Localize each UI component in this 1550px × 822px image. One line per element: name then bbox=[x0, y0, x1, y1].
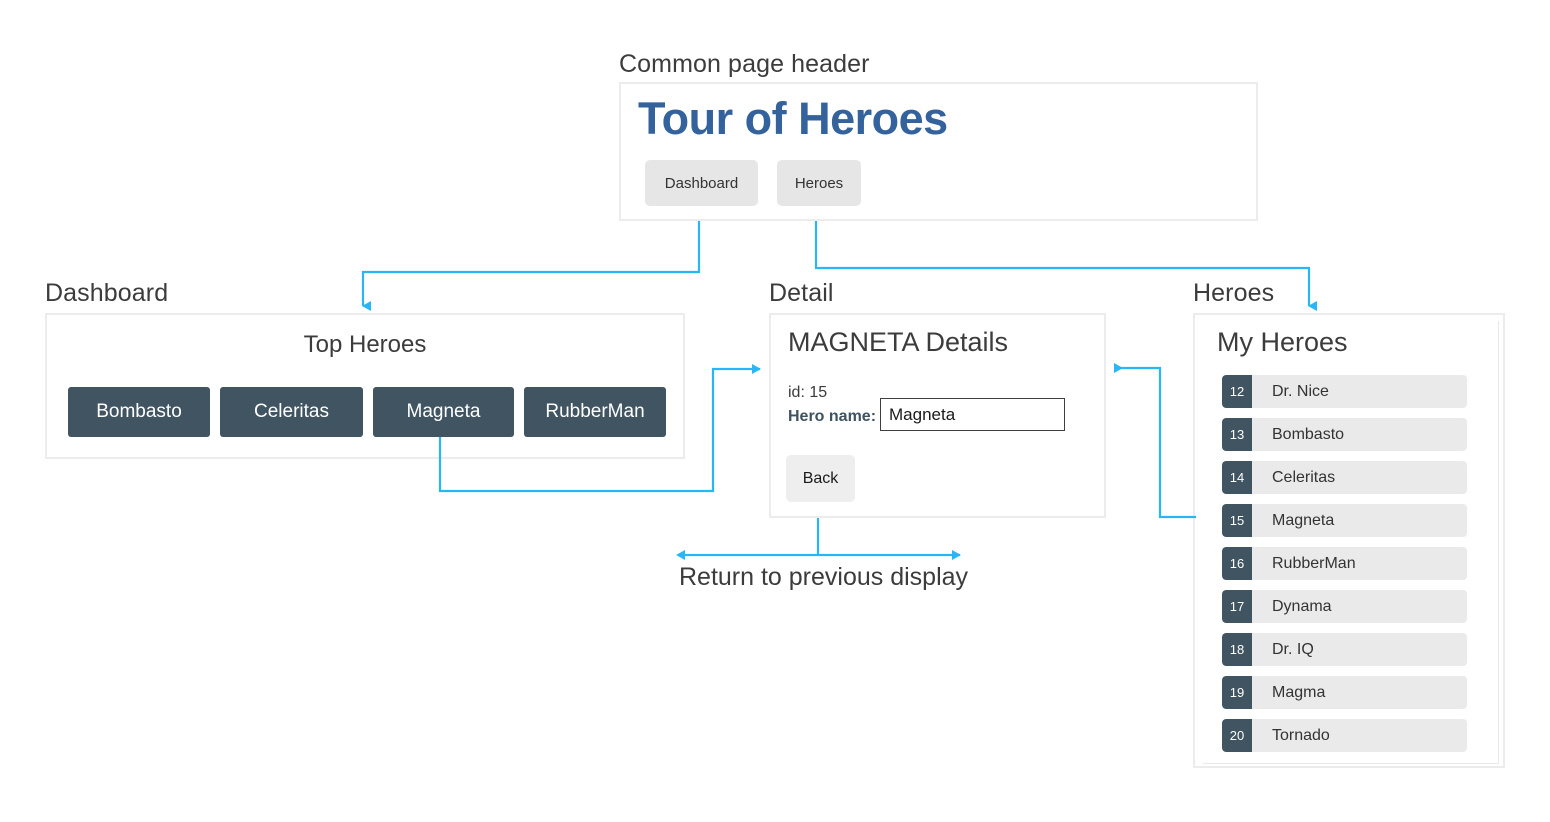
connector-herolist-detail bbox=[1115, 368, 1196, 517]
hero-id-badge: 12 bbox=[1222, 375, 1252, 408]
hero-tile-celeritas[interactable]: Celeritas bbox=[220, 387, 363, 437]
hero-id-badge: 14 bbox=[1222, 461, 1252, 494]
app-title: Tour of Heroes bbox=[638, 93, 948, 145]
hero-detail-title: MAGNETA Details bbox=[788, 327, 1008, 358]
caption-common-page-header: Common page header bbox=[619, 50, 870, 79]
caption-dashboard: Dashboard bbox=[45, 279, 168, 308]
hero-detail-panel: MAGNETA Details id: 15 Hero name: Back bbox=[769, 313, 1106, 518]
heroes-list-panel: My Heroes 12Dr. Nice13Bombasto14Celerita… bbox=[1203, 321, 1499, 764]
hero-list-item[interactable]: 20Tornado bbox=[1222, 719, 1467, 752]
return-to-previous-display-label: Return to previous display bbox=[679, 563, 968, 592]
hero-tile-bombasto[interactable]: Bombasto bbox=[68, 387, 210, 437]
connector-dashboard bbox=[363, 221, 699, 306]
hero-tile-rubberman[interactable]: RubberMan bbox=[524, 387, 666, 437]
hero-list-item[interactable]: 16RubberMan bbox=[1222, 547, 1467, 580]
hero-id-badge: 19 bbox=[1222, 676, 1252, 709]
hero-name-label: Tornado bbox=[1252, 719, 1467, 752]
hero-id-badge: 13 bbox=[1222, 418, 1252, 451]
hero-id-badge: 16 bbox=[1222, 547, 1252, 580]
top-heroes-title: Top Heroes bbox=[47, 331, 683, 359]
caption-heroes: Heroes bbox=[1193, 279, 1274, 308]
caption-detail: Detail bbox=[769, 279, 834, 308]
hero-id-badge: 18 bbox=[1222, 633, 1252, 666]
my-heroes-title: My Heroes bbox=[1217, 327, 1348, 358]
hero-name-label: Celeritas bbox=[1252, 461, 1467, 494]
hero-name-label: RubberMan bbox=[1252, 547, 1467, 580]
hero-list-item[interactable]: 19Magma bbox=[1222, 676, 1467, 709]
hero-list-item[interactable]: 12Dr. Nice bbox=[1222, 375, 1467, 408]
hero-list-item[interactable]: 14Celeritas bbox=[1222, 461, 1467, 494]
hero-name-label: Magma bbox=[1252, 676, 1467, 709]
common-page-header-panel: Tour of Heroes Dashboard Heroes bbox=[619, 82, 1258, 221]
diagram-canvas: Common page header Dashboard Detail Hero… bbox=[0, 0, 1550, 822]
hero-name-label: Magneta bbox=[1252, 504, 1467, 537]
hero-id-badge: 15 bbox=[1222, 504, 1252, 537]
hero-list-item[interactable]: 15Magneta bbox=[1222, 504, 1467, 537]
hero-list-item[interactable]: 13Bombasto bbox=[1222, 418, 1467, 451]
hero-name-label: Bombasto bbox=[1252, 418, 1467, 451]
hero-name-label: Dr. Nice bbox=[1252, 375, 1467, 408]
dashboard-panel: Top Heroes Bombasto Celeritas Magneta Ru… bbox=[45, 313, 685, 459]
hero-list-item[interactable]: 17Dynama bbox=[1222, 590, 1467, 623]
hero-id-badge: 17 bbox=[1222, 590, 1252, 623]
back-button[interactable]: Back bbox=[786, 455, 855, 502]
hero-list: 12Dr. Nice13Bombasto14Celeritas15Magneta… bbox=[1222, 375, 1467, 762]
hero-id-badge: 20 bbox=[1222, 719, 1252, 752]
hero-name-label: Dr. IQ bbox=[1252, 633, 1467, 666]
nav-dashboard-button[interactable]: Dashboard bbox=[645, 160, 758, 206]
hero-id-text: id: 15 bbox=[788, 384, 827, 402]
heroes-list-outer-frame: My Heroes 12Dr. Nice13Bombasto14Celerita… bbox=[1193, 313, 1505, 768]
hero-name-input[interactable] bbox=[880, 398, 1065, 431]
hero-name-label: Dynama bbox=[1252, 590, 1467, 623]
nav-heroes-button[interactable]: Heroes bbox=[777, 160, 861, 206]
hero-name-label: Hero name: bbox=[788, 408, 876, 426]
hero-list-item[interactable]: 18Dr. IQ bbox=[1222, 633, 1467, 666]
hero-tile-magneta[interactable]: Magneta bbox=[373, 387, 514, 437]
